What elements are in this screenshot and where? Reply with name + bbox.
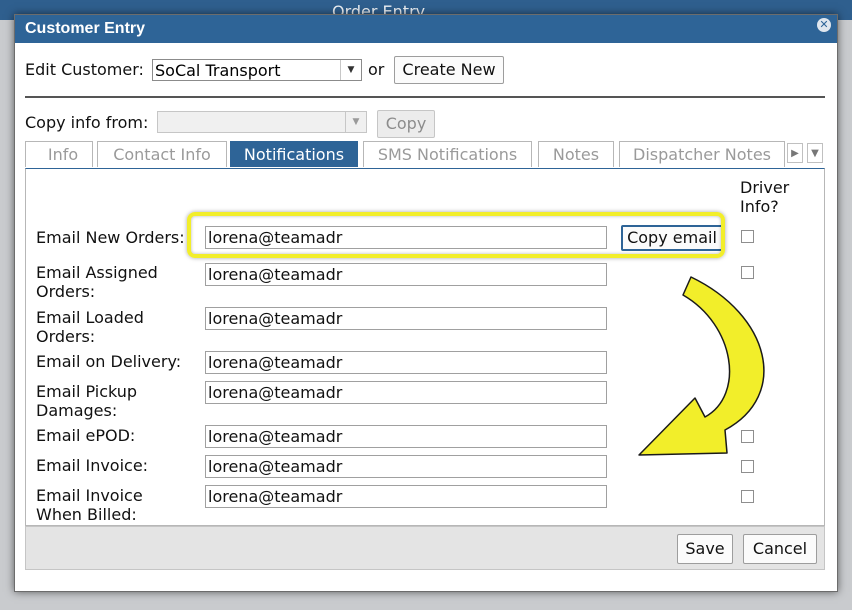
customer-entry-dialog: Customer Entry ✕ Edit Customer: SoCal Tr… bbox=[14, 14, 838, 592]
curved-arrow-icon bbox=[638, 276, 765, 456]
